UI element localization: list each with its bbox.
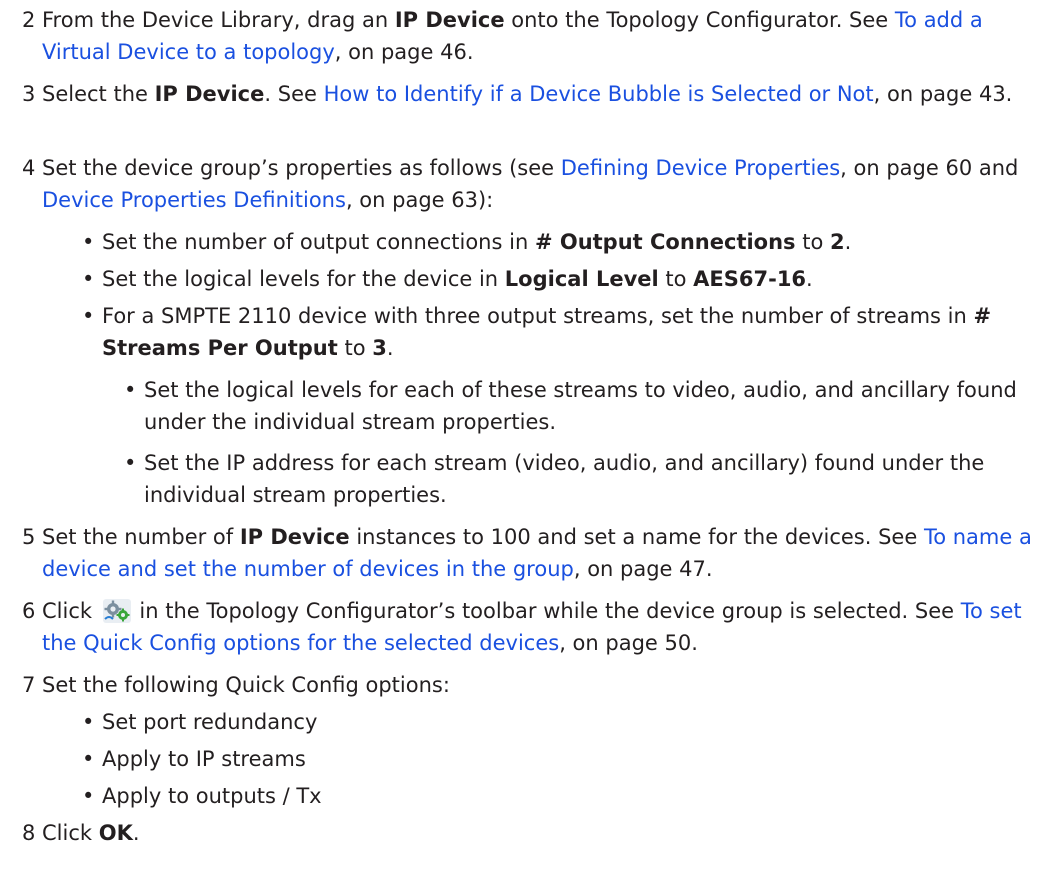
ui-term: # Output Connections (534, 230, 796, 254)
ui-term: OK (98, 821, 133, 845)
ui-value: 2 (830, 230, 845, 254)
bullet: • (82, 230, 95, 254)
step-text: Select the IP Device. See How to Identif… (42, 82, 1013, 106)
quick-config-gears-icon (102, 599, 131, 623)
bullet: • (124, 451, 137, 475)
document-page: 2 From the Device Library, drag an IP De… (0, 0, 1057, 878)
step-text: From the Device Library, drag an IP Devi… (42, 8, 983, 64)
step-text: Set the device group’s properties as fol… (42, 156, 1019, 212)
cross-reference-link[interactable]: Device Properties Definitions (42, 188, 346, 212)
ui-term: IP Device (394, 8, 505, 32)
ui-term: IP Device (239, 525, 350, 549)
step-text: Click in the Topology Configurator’s too… (42, 599, 1022, 655)
step-text: Click OK. (42, 821, 140, 845)
step-number: 5 (22, 525, 36, 549)
step-number: 2 (22, 8, 36, 32)
ui-term: IP Device (154, 82, 265, 106)
bullet: • (82, 304, 95, 328)
step-text: Set the following Quick Config options: (42, 673, 450, 697)
cross-reference-link[interactable]: Defining Device Properties (561, 156, 840, 180)
ui-value: AES67-16 (693, 267, 807, 291)
step-number: 6 (22, 599, 36, 623)
step-number: 3 (22, 82, 36, 106)
bullet: • (82, 267, 95, 291)
ui-value: 3 (372, 336, 387, 360)
step-number: 7 (22, 673, 36, 697)
bullet: • (82, 747, 95, 771)
bullet: • (82, 710, 95, 734)
bullet: • (82, 784, 95, 808)
step-number: 8 (22, 821, 36, 845)
step-number: 4 (22, 156, 36, 180)
ui-term: Logical Level (504, 267, 659, 291)
cross-reference-link[interactable]: How to Identify if a Device Bubble is Se… (324, 82, 874, 106)
bullet: • (124, 378, 137, 402)
step-text: Set the number of IP Device instances to… (42, 525, 1032, 581)
